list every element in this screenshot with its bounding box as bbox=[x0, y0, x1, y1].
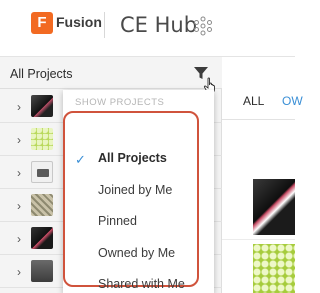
printer-thumbnail bbox=[31, 161, 53, 183]
project-content-area: ALL OW bbox=[222, 57, 303, 293]
show-projects-menu: SHOW PROJECTS ✓ All Projects Joined by M… bbox=[63, 90, 214, 293]
project-thumbnail bbox=[31, 260, 53, 282]
card-divider bbox=[222, 239, 295, 240]
expand-chevron-icon[interactable]: › bbox=[17, 133, 21, 147]
header-divider bbox=[104, 12, 105, 38]
expand-chevron-icon[interactable]: › bbox=[17, 232, 21, 246]
hub-network-icon[interactable] bbox=[193, 16, 213, 36]
fusion-logo[interactable]: F bbox=[31, 12, 53, 34]
fusion-logo-letter: F bbox=[37, 14, 47, 31]
menu-item-all-projects[interactable]: All Projects bbox=[98, 151, 167, 165]
tab-owned[interactable]: OW bbox=[282, 94, 303, 108]
menu-item-owned-by-me[interactable]: Owned by Me bbox=[98, 246, 175, 260]
expand-chevron-icon[interactable]: › bbox=[17, 166, 21, 180]
menu-item-pinned[interactable]: Pinned bbox=[98, 214, 137, 228]
project-card-thumbnail[interactable] bbox=[253, 244, 295, 293]
project-thumbnail bbox=[31, 95, 53, 117]
tabs-divider bbox=[222, 119, 295, 120]
menu-item-joined-by-me[interactable]: Joined by Me bbox=[98, 183, 172, 197]
menu-heading: SHOW PROJECTS bbox=[75, 97, 165, 108]
project-thumbnail bbox=[31, 227, 53, 249]
expand-chevron-icon[interactable]: › bbox=[17, 199, 21, 213]
hub-name[interactable]: CE Hub bbox=[120, 13, 197, 37]
project-card-thumbnail[interactable] bbox=[253, 179, 295, 235]
top-bar: F Fusion CE Hub bbox=[0, 0, 295, 57]
project-thumbnail bbox=[31, 194, 53, 216]
app-name[interactable]: Fusion bbox=[56, 14, 102, 30]
projects-filter-title: All Projects bbox=[10, 67, 73, 81]
expand-chevron-icon[interactable]: › bbox=[17, 265, 21, 279]
project-thumbnail bbox=[31, 128, 53, 150]
menu-item-shared-with-me[interactable]: Shared with Me bbox=[98, 277, 185, 291]
menu-options-highlight: ✓ All Projects Joined by Me Pinned Owned… bbox=[63, 111, 199, 291]
projects-panel-header: All Projects bbox=[0, 57, 222, 94]
tab-all[interactable]: ALL bbox=[243, 94, 264, 108]
checkmark-icon: ✓ bbox=[75, 152, 86, 167]
expand-chevron-icon[interactable]: › bbox=[17, 100, 21, 114]
